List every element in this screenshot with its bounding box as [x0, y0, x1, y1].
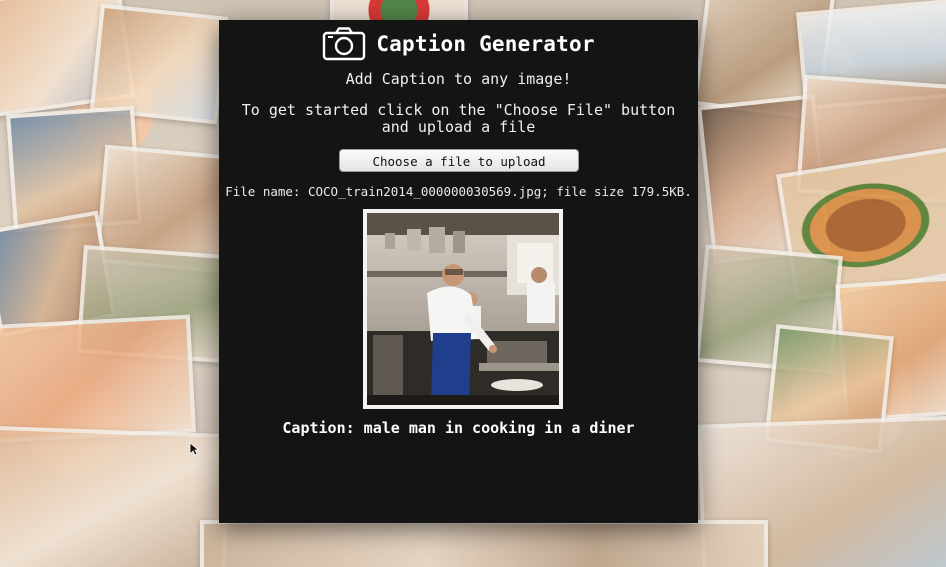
caption-generator-panel: Caption Generator Add Caption to any ima… — [219, 20, 698, 523]
choose-file-button[interactable]: Choose a file to upload — [339, 149, 579, 172]
background-photo-tile — [0, 314, 196, 444]
cursor-arrow-icon — [189, 442, 199, 456]
uploaded-image-preview — [367, 213, 559, 405]
file-info-text: File name: COCO_train2014_000000030569.j… — [225, 184, 692, 199]
camera-icon — [322, 27, 366, 61]
uploaded-image-frame — [363, 209, 563, 409]
app-header: Caption Generator — [219, 26, 698, 62]
instructions-text: To get started click on the "Choose File… — [241, 101, 676, 136]
generated-caption: Caption: male man in cooking in a diner — [282, 419, 635, 437]
background-photo-tile — [200, 520, 768, 567]
app-title: Caption Generator — [376, 32, 595, 56]
app-subtitle: Add Caption to any image! — [345, 70, 572, 88]
